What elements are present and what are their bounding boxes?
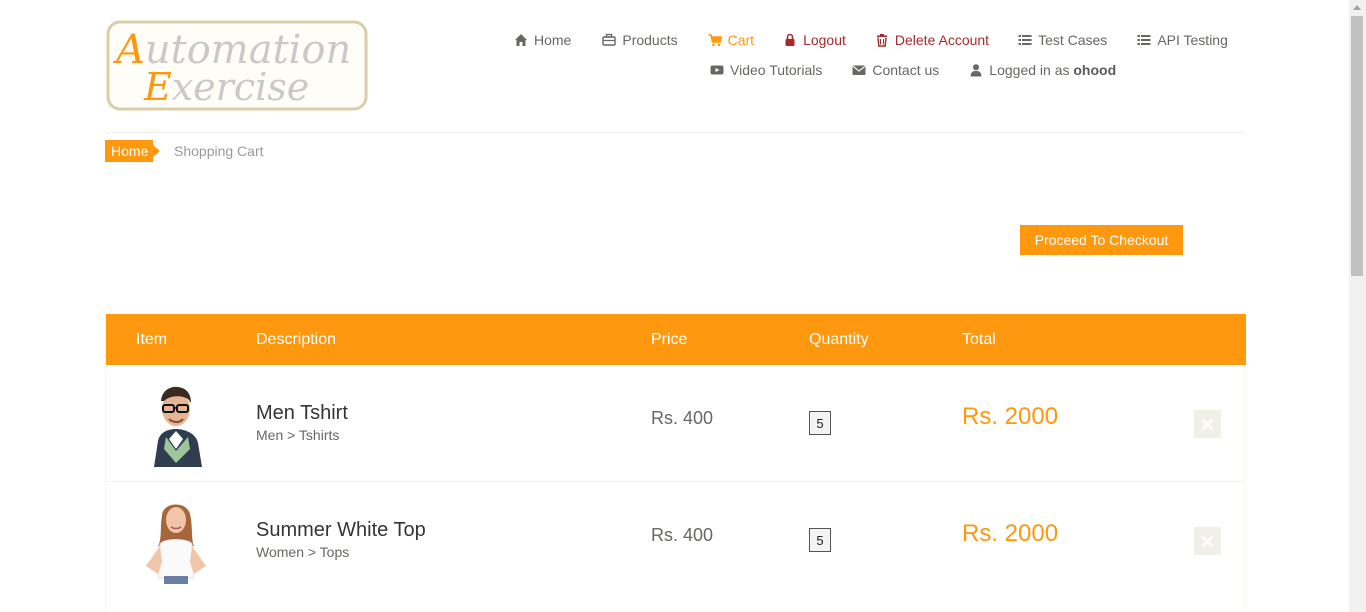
list-icon <box>1137 33 1151 47</box>
nav-test-cases-label: Test Cases <box>1038 32 1108 48</box>
briefcase-icon <box>602 33 617 47</box>
close-icon <box>1202 535 1213 547</box>
logo-line2: Exercise <box>143 65 309 109</box>
user-icon <box>969 63 983 77</box>
header-price: Price <box>651 331 688 348</box>
product-name[interactable]: Summer White Top <box>256 519 426 542</box>
table-row: Summer White Top Women > Tops Rs. 400 5 … <box>106 482 1244 598</box>
product-total: Rs. 2000 <box>962 520 1059 547</box>
cart-icon <box>708 33 722 47</box>
breadcrumb-arrow <box>153 145 160 157</box>
remove-item-button[interactable] <box>1194 410 1221 438</box>
header-divider <box>106 132 1244 133</box>
nav-contact-us-label: Contact us <box>872 62 940 78</box>
nav-logout-label: Logout <box>803 32 846 48</box>
product-name[interactable]: Men Tshirt <box>256 402 348 425</box>
trash-icon <box>875 33 889 47</box>
product-quantity: 5 <box>809 411 831 435</box>
header-description: Description <box>256 331 337 348</box>
header-total: Total <box>962 331 996 348</box>
logged-in-prefix: Logged in as <box>989 62 1070 78</box>
scroll-up-arrow-icon[interactable] <box>1353 5 1361 10</box>
nav-logout[interactable]: Logout <box>783 32 846 48</box>
nav-home[interactable]: Home <box>514 32 571 48</box>
site-logo[interactable]: Automation Exercise <box>106 20 368 111</box>
cart-table-header: Item Description Price Quantity Total <box>106 314 1246 365</box>
nav-cart-label: Cart <box>727 32 755 48</box>
nav-logged-in-as: Logged in as ohood <box>969 62 1116 78</box>
nav-delete-account[interactable]: Delete Account <box>875 32 989 48</box>
youtube-icon <box>710 63 724 77</box>
nav-delete-account-label: Delete Account <box>894 32 990 48</box>
breadcrumb-home[interactable]: Home <box>105 140 153 162</box>
list-icon <box>1018 33 1032 47</box>
product-image[interactable] <box>136 379 216 467</box>
product-image[interactable] <box>136 496 216 584</box>
close-icon <box>1202 418 1213 430</box>
proceed-to-checkout-button[interactable]: Proceed To Checkout <box>1020 225 1183 255</box>
product-total: Rs. 2000 <box>962 403 1059 430</box>
nav-api-testing[interactable]: API Testing <box>1137 32 1228 48</box>
main-nav-row2: Video Tutorials Contact us Logged in as … <box>710 61 1116 79</box>
nav-contact-us[interactable]: Contact us <box>852 62 939 78</box>
home-icon <box>514 33 528 47</box>
scrollbar-thumb[interactable] <box>1351 16 1363 276</box>
nav-products-label: Products <box>622 32 678 48</box>
nav-products[interactable]: Products <box>602 32 678 48</box>
header-item: Item <box>136 331 168 348</box>
nav-video-tutorials-label: Video Tutorials <box>730 62 823 78</box>
nav-cart[interactable]: Cart <box>708 32 754 48</box>
remove-item-button[interactable] <box>1194 527 1221 555</box>
table-row: Men Tshirt Men > Tshirts Rs. 400 5 Rs. 2… <box>106 365 1244 482</box>
nav-home-label: Home <box>534 32 572 48</box>
logged-in-username: ohood <box>1073 62 1117 78</box>
product-price: Rs. 400 <box>651 408 714 428</box>
nav-video-tutorials[interactable]: Video Tutorials <box>710 62 822 78</box>
product-price: Rs. 400 <box>651 525 714 545</box>
product-category: Women > Tops <box>256 544 350 560</box>
nav-test-cases[interactable]: Test Cases <box>1018 32 1107 48</box>
header-quantity: Quantity <box>809 331 869 348</box>
product-category: Men > Tshirts <box>256 427 340 443</box>
cart-table: Item Description Price Quantity Total Me… <box>105 314 1246 612</box>
nav-api-testing-label: API Testing <box>1157 32 1228 48</box>
page: Automation Exercise Home Products Cart L… <box>0 0 1349 612</box>
main-nav-row1: Home Products Cart Logout Delete Account <box>514 31 1228 49</box>
envelope-icon <box>852 63 866 77</box>
vertical-scrollbar[interactable] <box>1349 0 1366 612</box>
breadcrumb-current: Shopping Cart <box>174 143 264 159</box>
product-quantity: 5 <box>809 528 831 552</box>
lock-icon <box>783 33 797 47</box>
